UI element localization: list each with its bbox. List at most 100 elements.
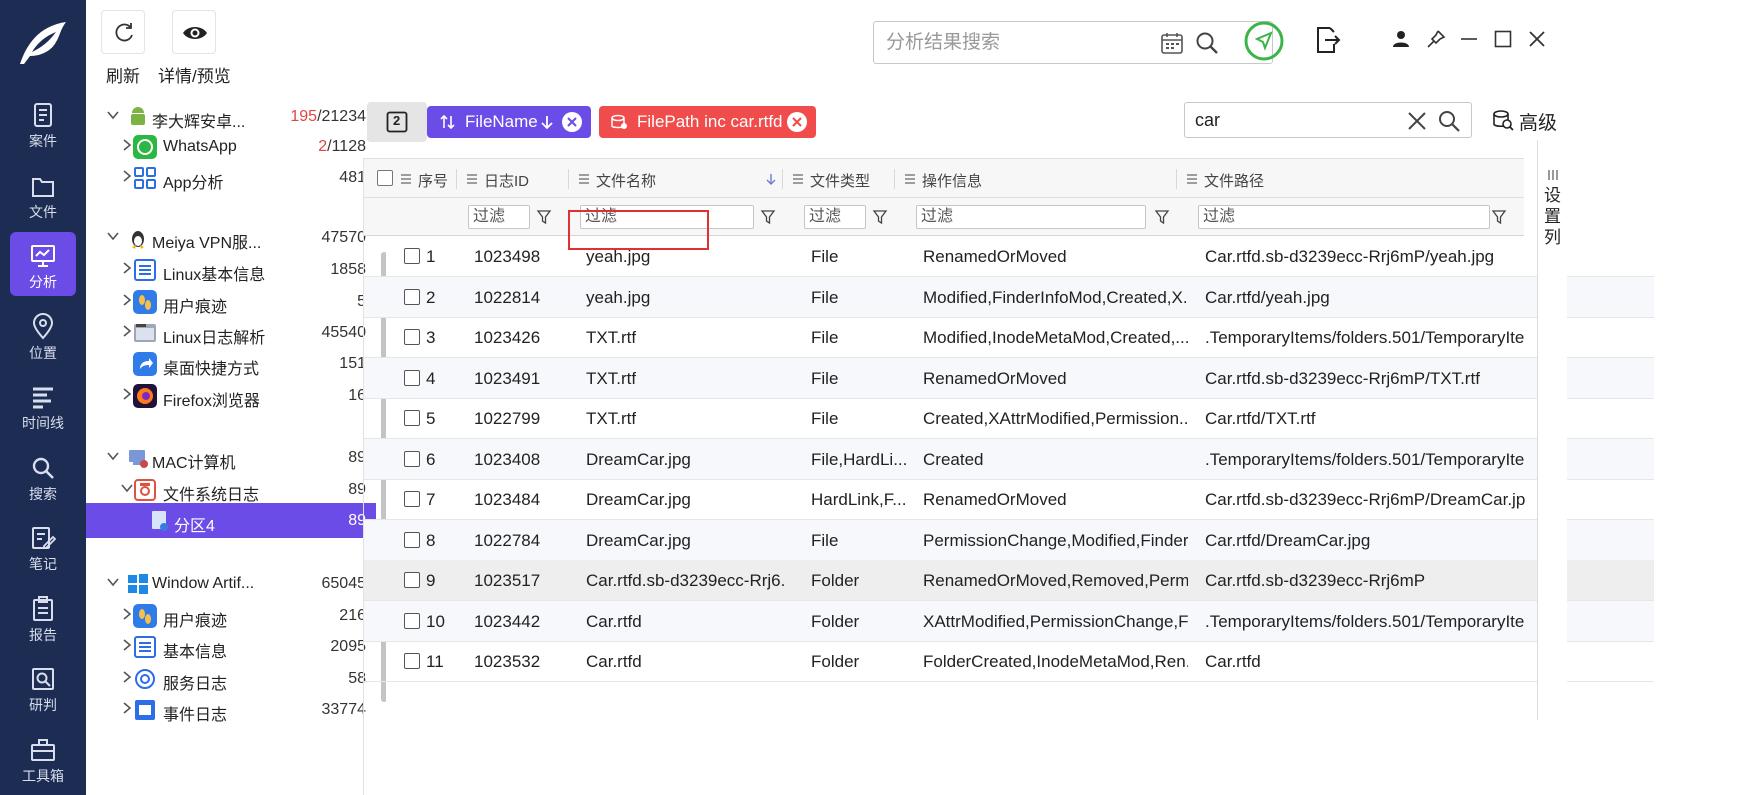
column-divider[interactable] xyxy=(456,169,457,189)
nav-item-judge[interactable]: 研判 xyxy=(10,655,76,719)
tree-item[interactable]: Linux基本信息 1858 xyxy=(86,252,376,287)
pin-icon[interactable] xyxy=(1426,29,1446,49)
tree-item[interactable]: WhatsApp 2/1128 xyxy=(86,129,376,164)
table-row[interactable]: 9 1023517 Car.rtfd.sb-d3239ecc-Rrj6... Fold… xyxy=(364,560,1654,601)
chevron-down-icon[interactable] xyxy=(106,108,120,122)
chevron-right-icon[interactable] xyxy=(120,387,134,401)
preview-button[interactable] xyxy=(172,10,216,54)
table-row[interactable]: 7 1023484 DreamCar.jpg HardLink,F... Renamed… xyxy=(364,479,1654,520)
tree-item[interactable]: Window Artif... 65045 xyxy=(86,566,376,601)
row-checkbox[interactable] xyxy=(404,329,420,345)
column-filter-input[interactable]: 过滤 xyxy=(580,205,754,229)
chevron-right-icon[interactable] xyxy=(120,293,134,307)
row-checkbox[interactable] xyxy=(404,248,420,264)
chevron-down-icon[interactable] xyxy=(106,449,120,463)
row-checkbox[interactable] xyxy=(404,450,420,467)
nav-item-report[interactable]: 报告 xyxy=(10,585,76,649)
filter-funnel-icon[interactable] xyxy=(1491,209,1507,225)
settings-column-panel[interactable]: 设置列 xyxy=(1537,140,1567,720)
table-row[interactable]: 1 1023498 yeah.jpg File RenamedOrMoved Car.rt… xyxy=(364,236,1654,277)
refresh-button[interactable] xyxy=(101,10,145,54)
column-menu-icon[interactable] xyxy=(904,173,916,185)
nav-item-analysis[interactable]: 分析 xyxy=(10,232,76,296)
clear-icon[interactable] xyxy=(1407,111,1427,131)
tree-item[interactable]: Firefox浏览器 16 xyxy=(86,378,376,413)
tree-item[interactable]: 桌面快捷方式 151 xyxy=(86,346,376,381)
chevron-right-icon[interactable] xyxy=(120,261,134,275)
search-icon[interactable] xyxy=(1194,30,1220,56)
row-checkbox[interactable] xyxy=(404,572,420,588)
nav-item-toolbox[interactable]: 工具箱 xyxy=(10,726,76,790)
table-row[interactable]: 5 1022799 TXT.rtf File Created,XAttrModified… xyxy=(364,398,1654,439)
column-filter-input[interactable]: 过滤 xyxy=(916,205,1146,229)
chevron-right-icon[interactable] xyxy=(120,638,134,652)
tree-item[interactable]: 分区4 89 xyxy=(86,503,376,538)
location-send-icon[interactable] xyxy=(1243,20,1285,62)
row-checkbox[interactable] xyxy=(404,288,420,305)
tree-item[interactable]: Meiya VPN服... 47570 xyxy=(86,220,376,255)
nav-item-search[interactable]: 搜索 xyxy=(10,444,76,508)
nav-item-notes[interactable]: 笔记 xyxy=(10,514,76,578)
tree-item[interactable]: MAC计算机 89 xyxy=(86,440,376,475)
tree-item[interactable]: 基本信息 2095 xyxy=(86,629,376,664)
column-menu-icon[interactable] xyxy=(466,173,478,185)
minimize-icon[interactable] xyxy=(1460,37,1478,41)
chip-filepath-remove[interactable] xyxy=(787,112,807,132)
column-filter-input[interactable]: 过滤 xyxy=(1198,205,1490,229)
user-icon[interactable] xyxy=(1392,30,1410,48)
chevron-right-icon[interactable] xyxy=(120,701,134,715)
row-checkbox[interactable] xyxy=(404,531,420,548)
row-checkbox[interactable] xyxy=(404,491,420,507)
nav-item-file[interactable]: 文件 xyxy=(10,162,76,226)
column-divider[interactable] xyxy=(568,169,569,189)
chevron-down-icon[interactable] xyxy=(106,229,120,243)
table-row[interactable]: 2 1022814 yeah.jpg File Modified,FinderInfoM… xyxy=(364,276,1654,318)
chip-filename-remove[interactable] xyxy=(562,112,582,132)
row-checkbox[interactable] xyxy=(404,369,420,386)
close-icon[interactable] xyxy=(1528,30,1546,48)
table-row[interactable]: 3 1023426 TXT.rtf File Modified,InodeMetaMod… xyxy=(364,317,1654,358)
column-menu-icon[interactable] xyxy=(400,173,412,185)
chevron-right-icon[interactable] xyxy=(120,324,134,338)
chevron-down-icon[interactable] xyxy=(120,481,134,495)
tree-item[interactable]: 事件日志 33774 xyxy=(86,692,376,727)
row-checkbox[interactable] xyxy=(404,410,420,426)
filter-funnel-icon[interactable] xyxy=(760,209,776,225)
advanced-search-button[interactable]: 高级 xyxy=(1492,104,1572,138)
column-filter-input[interactable]: 过滤 xyxy=(804,205,866,229)
row-checkbox[interactable] xyxy=(404,653,420,669)
column-filter-input[interactable]: 过滤 xyxy=(468,205,530,229)
calendar-icon[interactable] xyxy=(1160,31,1184,55)
tree-item[interactable]: App分析 481 xyxy=(86,160,376,195)
chevron-down-icon[interactable] xyxy=(106,575,120,589)
column-divider[interactable] xyxy=(1176,169,1177,189)
table-row[interactable]: 8 1022784 DreamCar.jpg File PermissionChange… xyxy=(364,519,1654,561)
layout-toggle-button[interactable]: 2 xyxy=(367,102,427,142)
export-icon[interactable] xyxy=(1315,26,1341,54)
filename-sort-chip[interactable]: FileName xyxy=(427,106,591,138)
tree-item[interactable]: 文件系统日志 89 xyxy=(86,472,376,507)
column-menu-icon[interactable] xyxy=(578,173,590,185)
nav-item-location[interactable]: 位置 xyxy=(10,303,76,367)
tree-item[interactable]: 用户痕迹 216 xyxy=(86,598,376,633)
tree-item[interactable]: Linux日志解析 45540 xyxy=(86,315,376,350)
result-search-input[interactable] xyxy=(886,30,1176,56)
table-row[interactable]: 10 1023442 Car.rtfd Folder XAttrModified,Per… xyxy=(364,600,1654,642)
chevron-right-icon[interactable] xyxy=(120,138,134,152)
column-menu-icon[interactable] xyxy=(792,173,804,185)
nav-item-case[interactable]: 案件 xyxy=(10,91,76,155)
chevron-right-icon[interactable] xyxy=(120,607,134,621)
table-row[interactable]: 6 1023408 DreamCar.jpg File,HardLi... Create… xyxy=(364,438,1654,480)
nav-item-timeline[interactable]: 时间线 xyxy=(10,373,76,437)
table-row[interactable]: 4 1023491 TXT.rtf File RenamedOrMoved Car.rtf… xyxy=(364,357,1654,399)
table-row[interactable]: 11 1023532 Car.rtfd Folder FolderCreated,Ino… xyxy=(364,641,1654,682)
filepath-filter-chip[interactable]: FilePath inc car.rtfd xyxy=(599,106,816,138)
filter-funnel-icon[interactable] xyxy=(536,209,552,225)
chevron-right-icon[interactable] xyxy=(120,169,134,183)
filter-funnel-icon[interactable] xyxy=(872,209,888,225)
table-search-input[interactable] xyxy=(1195,108,1415,132)
column-menu-icon[interactable] xyxy=(1186,173,1198,185)
tree-item[interactable]: 用户痕迹 5 xyxy=(86,284,376,319)
tree-item[interactable]: 服务日志 58 xyxy=(86,661,376,696)
sort-desc-icon[interactable] xyxy=(765,173,777,185)
